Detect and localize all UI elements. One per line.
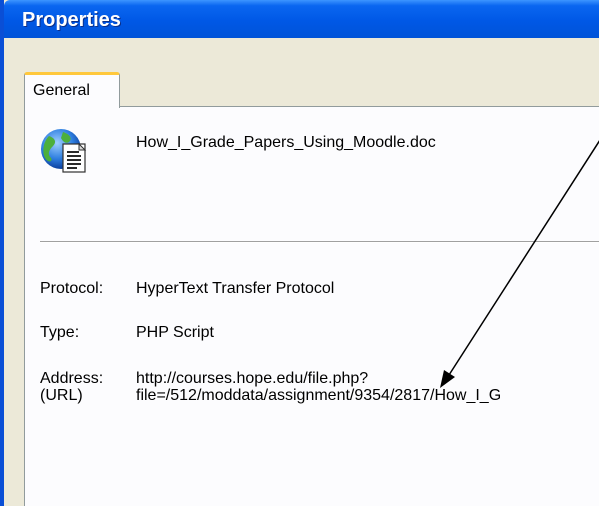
protocol-value: HyperText Transfer Protocol (136, 280, 335, 297)
tab-general[interactable]: General (24, 72, 120, 108)
address-value-line1[interactable]: http://courses.hope.edu/file.php? (136, 370, 368, 388)
protocol-label: Protocol: (40, 280, 104, 297)
address-label: Address: (40, 370, 104, 387)
address-label-url: (URL) (40, 387, 83, 404)
separator (40, 241, 599, 243)
tab-general-label: General (33, 82, 90, 99)
file-name: How_I_Grade_Papers_Using_Moodle.doc (136, 134, 436, 151)
tab-panel-general (24, 106, 599, 506)
title-bar[interactable]: Properties (4, 0, 599, 38)
web-document-icon (41, 129, 87, 173)
type-value: PHP Script (136, 324, 214, 341)
type-label: Type: (40, 324, 80, 341)
window-title: Properties (22, 9, 121, 31)
address-value-line2[interactable]: file=/512/moddata/assignment/9354/2817/H… (136, 387, 501, 405)
